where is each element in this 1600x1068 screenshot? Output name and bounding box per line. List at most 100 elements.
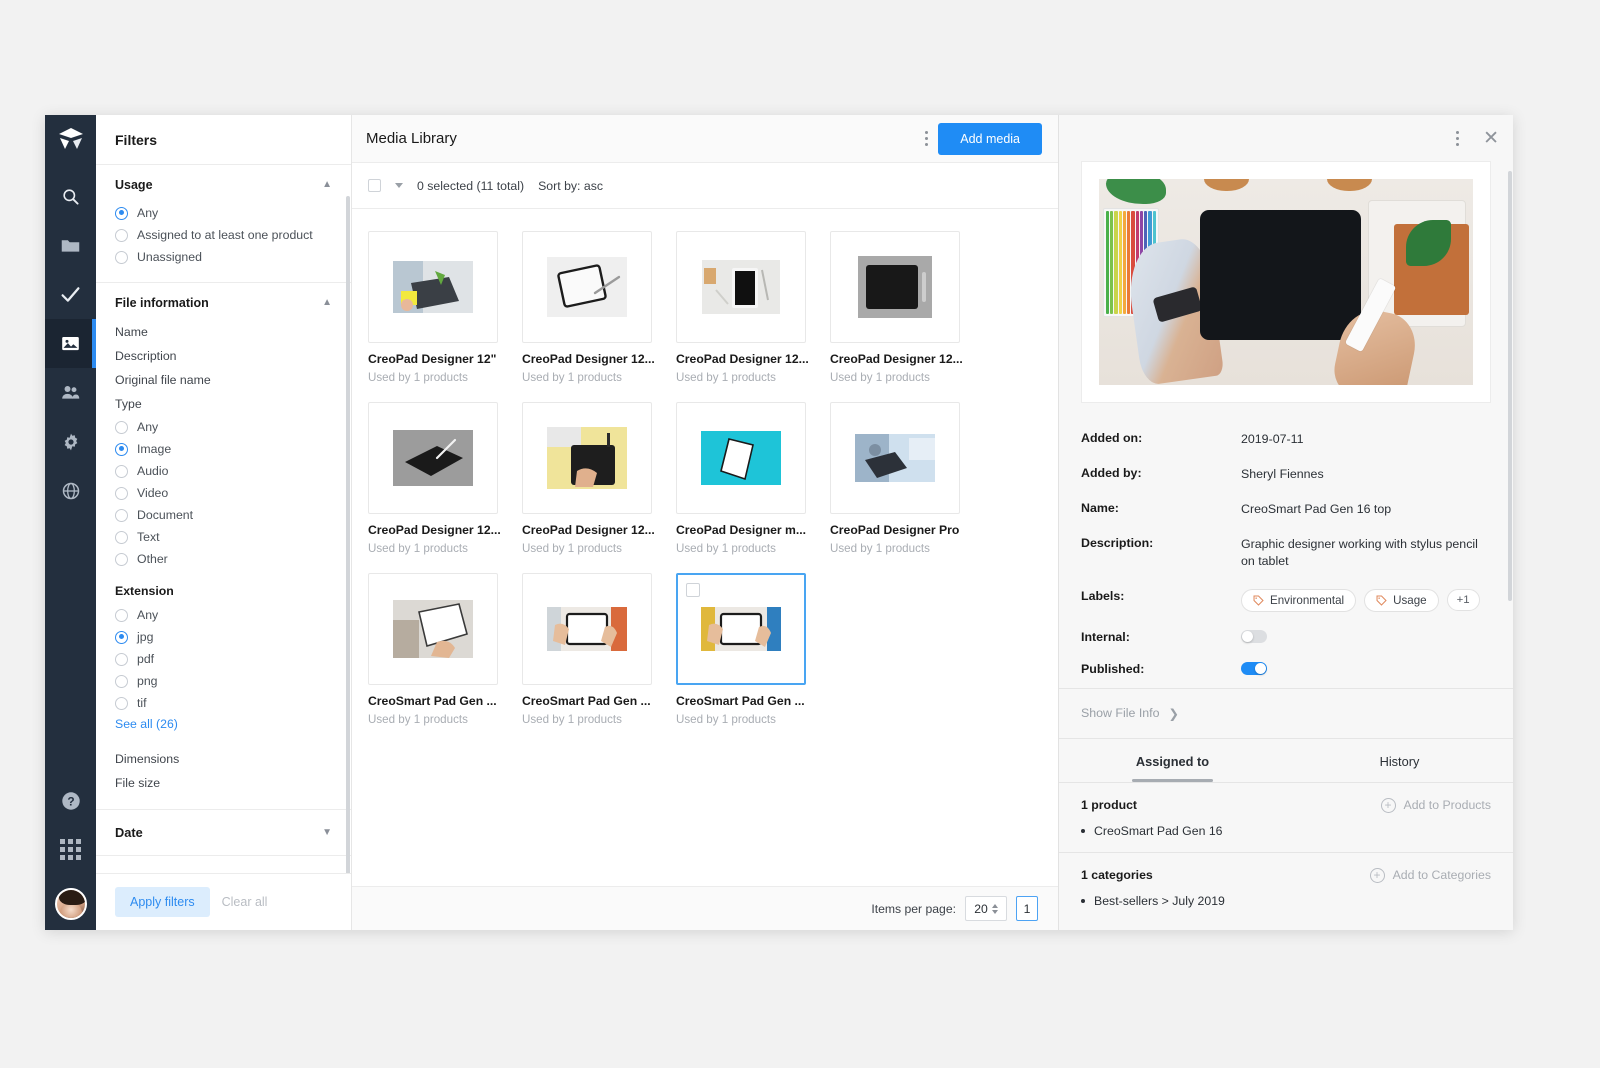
assigned-products-block: 1 product + Add to Products CreoSmart Pa…	[1059, 781, 1513, 852]
thumbnail-image	[701, 431, 781, 485]
media-item[interactable]: CreoPad Designer 12... Used by 1 product…	[830, 231, 984, 384]
filter-section-date[interactable]: Date ▼	[96, 809, 351, 855]
check-icon	[61, 287, 80, 302]
media-item[interactable]: CreoPad Designer m... Used by 1 products	[676, 402, 830, 555]
media-grid: CreoPad Designer 12" Used by 1 products …	[368, 231, 1042, 726]
filters-scroll-area: Usage ▲ Any Assigned to at least one pro…	[96, 164, 351, 873]
media-thumbnail	[676, 231, 806, 343]
type-option-label: Text	[137, 530, 160, 544]
type-option-document[interactable]: Document	[115, 504, 332, 526]
radio-icon	[115, 630, 128, 644]
published-toggle[interactable]	[1241, 661, 1267, 675]
usage-heading: Usage	[115, 178, 153, 192]
filter-field-name[interactable]: Name	[115, 320, 332, 344]
sidebar-item-settings[interactable]	[45, 417, 96, 466]
media-item[interactable]: CreoSmart Pad Gen ... Used by 1 products	[368, 573, 522, 726]
filter-field-original-file-name[interactable]: Original file name	[115, 368, 332, 392]
media-item[interactable]: CreoPad Designer Pro Used by 1 products	[830, 402, 984, 555]
avatar[interactable]	[54, 888, 87, 920]
filter-section-uploaded-by[interactable]: Uploaded by ▼	[96, 855, 351, 873]
media-item[interactable]: CreoSmart Pad Gen ... Used by 1 products	[522, 573, 676, 726]
detail-tabs: Assigned to History	[1059, 737, 1513, 782]
media-item[interactable]: CreoPad Designer 12... Used by 1 product…	[368, 402, 522, 555]
type-option-video[interactable]: Video	[115, 482, 332, 504]
add-to-categories-button[interactable]: + Add to Categories	[1369, 867, 1491, 883]
show-file-info-link[interactable]: Show File Info ❯	[1059, 687, 1513, 738]
label-tag[interactable]: Environmental	[1241, 588, 1357, 612]
tag-icon	[1253, 595, 1264, 606]
tab-assigned-to[interactable]: Assigned to	[1059, 739, 1286, 782]
sidebar-item-language[interactable]	[45, 466, 96, 515]
sidebar-item-tasks[interactable]	[45, 270, 96, 319]
filter-section-file-information-header[interactable]: File information ▲	[115, 296, 332, 310]
extension-option-jpg[interactable]: jpg	[115, 626, 332, 648]
extension-option-png[interactable]: png	[115, 670, 332, 692]
media-thumbnail	[830, 231, 960, 343]
select-all-checkbox[interactable]	[368, 179, 381, 192]
labels-overflow-badge[interactable]: +1	[1446, 589, 1480, 612]
media-item[interactable]: CreoSmart Pad Gen ... Used by 1 products	[676, 573, 830, 726]
extension-option-any[interactable]: Any	[115, 604, 332, 626]
see-all-extensions-link[interactable]: See all (26)	[115, 714, 332, 731]
sidebar-item-folder[interactable]	[45, 221, 96, 270]
add-media-button[interactable]: Add media	[938, 122, 1042, 155]
radio-icon	[115, 674, 128, 688]
type-option-audio[interactable]: Audio	[115, 460, 332, 482]
type-option-any[interactable]: Any	[115, 416, 332, 438]
sidebar-item-apps[interactable]	[45, 825, 96, 874]
filter-field-description[interactable]: Description	[115, 344, 332, 368]
page-number[interactable]: 1	[1016, 896, 1038, 921]
apply-filters-button[interactable]: Apply filters	[115, 887, 210, 917]
filters-title: Filters	[115, 132, 158, 148]
label-tag[interactable]: Usage	[1364, 588, 1439, 612]
media-item[interactable]: CreoPad Designer 12" Used by 1 products	[368, 231, 522, 384]
internal-toggle[interactable]	[1241, 629, 1267, 643]
radio-icon	[115, 228, 128, 242]
more-options-icon[interactable]	[915, 125, 938, 152]
detail-scrollbar[interactable]	[1508, 171, 1512, 601]
media-item[interactable]: CreoPad Designer 12... Used by 1 product…	[522, 231, 676, 384]
assigned-product-item[interactable]: CreoSmart Pad Gen 16	[1081, 824, 1491, 838]
tab-history[interactable]: History	[1286, 739, 1513, 782]
media-item[interactable]: CreoPad Designer 12... Used by 1 product…	[676, 231, 830, 384]
labels-list: Environmental Usage +1	[1241, 588, 1480, 612]
chevron-down-icon[interactable]	[395, 183, 403, 188]
filter-field-file-size[interactable]: File size	[115, 771, 332, 795]
media-item-checkbox[interactable]	[686, 583, 700, 597]
add-to-products-button[interactable]: + Add to Products	[1380, 797, 1491, 813]
type-option-other[interactable]: Other	[115, 548, 332, 570]
media-item-usage: Used by 1 products	[522, 371, 622, 384]
usage-option-assigned[interactable]: Assigned to at least one product	[115, 224, 332, 246]
meta-row-added-by: Added by: Sheryl Fiennes	[1081, 460, 1491, 495]
sidebar-item-help[interactable]: ?	[45, 776, 96, 825]
sort-by-control[interactable]: Sort by: asc	[538, 179, 603, 193]
close-icon[interactable]: ✕	[1483, 129, 1499, 148]
usage-option-unassigned[interactable]: Unassigned	[115, 246, 332, 268]
filter-section-usage-header[interactable]: Usage ▲	[115, 178, 332, 192]
type-option-image[interactable]: Image	[115, 438, 332, 460]
extension-option-label: png	[137, 674, 158, 688]
extension-option-pdf[interactable]: pdf	[115, 648, 332, 670]
application-window: ? Filters Usage ▲ Any Assigned to at lea…	[45, 115, 1513, 930]
svg-text:?: ?	[67, 794, 74, 808]
usage-option-any[interactable]: Any	[115, 202, 332, 224]
extension-option-tif[interactable]: tif	[115, 692, 332, 714]
app-logo[interactable]	[56, 125, 86, 160]
filters-footer: Apply filters Clear all	[96, 873, 351, 930]
filter-field-dimensions[interactable]: Dimensions	[115, 747, 332, 771]
media-item-name: CreoPad Designer Pro	[830, 523, 960, 537]
meta-key: Published:	[1081, 661, 1145, 676]
filters-scrollbar[interactable]	[346, 196, 350, 873]
media-item-name: CreoPad Designer 12...	[368, 523, 501, 537]
sidebar-item-search[interactable]	[45, 172, 96, 221]
items-per-page-stepper[interactable]: 20	[965, 896, 1007, 921]
assigned-category-item[interactable]: Best-sellers > July 2019	[1081, 894, 1491, 908]
sidebar-item-media[interactable]	[45, 319, 96, 368]
users-icon	[62, 386, 80, 399]
sidebar-item-users[interactable]	[45, 368, 96, 417]
media-item[interactable]: CreoPad Designer 12... Used by 1 product…	[522, 402, 676, 555]
detail-more-options-icon[interactable]	[1446, 125, 1469, 152]
clear-all-button[interactable]: Clear all	[222, 895, 268, 909]
radio-icon	[115, 206, 128, 220]
type-option-text[interactable]: Text	[115, 526, 332, 548]
